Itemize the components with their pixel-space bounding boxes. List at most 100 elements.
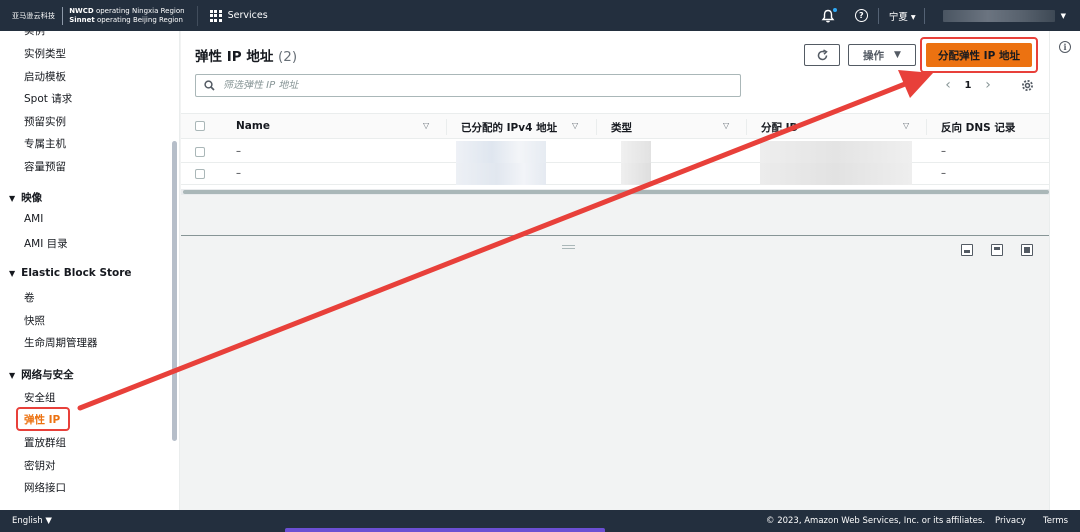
sidebar-item-instances[interactable]: 实例 [24,31,45,38]
sidebar-item-security-groups[interactable]: 安全组 [24,390,56,405]
sort-icon[interactable]: ▽ [903,121,909,130]
column-name[interactable]: Name [236,120,270,132]
sidebar-item-lifecycle-manager[interactable]: 生命周期管理器 [24,335,98,350]
chevron-down-icon[interactable]: ▼ [1061,12,1066,20]
logo-text: 亚马逊云科技 [12,11,56,20]
aws-china-logo[interactable]: 亚马逊云科技 NWCD operating Ningxia Region Sin… [0,0,185,31]
allocate-elastic-ip-button[interactable]: 分配弹性 IP 地址 [926,43,1032,67]
region-selector[interactable]: 宁夏 ▾ [889,9,916,23]
column-ipv4[interactable]: 已分配的 IPv4 地址 [461,120,557,135]
divider [877,7,879,24]
help-panel-strip: i [1049,31,1080,510]
operator-2-region: operating Beijing Region [94,15,183,24]
table-row[interactable]: – – [181,163,1049,185]
privacy-link[interactable]: Privacy [995,516,1026,526]
select-all-checkbox[interactable] [195,121,205,131]
chevron-left-icon[interactable]: ‹ [941,77,955,93]
search-icon [204,80,215,91]
cell-name: – [236,168,241,179]
page-title: 弹性 IP 地址 (2) [195,45,297,65]
column-allocation-id[interactable]: 分配 ID [761,120,798,135]
top-navigation-bar: 亚马逊云科技 NWCD operating Ningxia Region Sin… [0,0,1080,31]
info-icon[interactable]: i [1059,41,1071,53]
copyright-text: © 2023, Amazon Web Services, Inc. or its… [766,516,986,526]
account-menu-redacted[interactable] [942,9,1055,22]
bell-icon[interactable] [821,7,837,23]
sidebar-item-network-interfaces[interactable]: 网络接口 [24,480,66,495]
sidebar-item-dedicated-hosts[interactable]: 专属主机 [24,136,66,151]
sidebar-item-launch-templates[interactable]: 启动模板 [24,69,66,84]
sidebar-item-snapshots[interactable]: 快照 [24,313,45,328]
sidebar-item-placement-groups[interactable]: 置放群组 [24,435,66,450]
column-divider[interactable] [926,119,927,135]
main-content: 弹性 IP 地址 (2) 操作 ▼ 分配弹性 IP 地址 ‹ 1 › Name … [181,31,1049,510]
sidebar-section-images[interactable]: ▼ 映像 [9,190,42,205]
chevron-right-icon[interactable]: › [981,77,995,93]
refresh-button[interactable] [804,44,840,66]
sidebar-item-elastic-ips[interactable]: 弹性 IP [24,412,60,427]
panel-full-icon[interactable] [1021,244,1033,256]
table-header: Name ▽ 已分配的 IPv4 地址 ▽ 类型 ▽ 分配 ID ▽ 反向 DN… [181,113,1049,139]
cell-ipv4-redacted [456,163,546,185]
column-divider[interactable] [596,119,597,135]
sidebar-item-capacity-reservations[interactable]: 容量预留 [24,159,66,174]
section-title: 映像 [21,192,43,204]
row-checkbox[interactable] [195,147,205,157]
sidebar-section-ebs[interactable]: ▼ Elastic Block Store [9,267,132,279]
sidebar-item-instance-types[interactable]: 实例类型 [24,46,66,61]
notification-dot [832,7,837,12]
sidebar-item-ami[interactable]: AMI [24,213,43,225]
help-icon[interactable]: ? [854,9,868,22]
refresh-icon [817,48,828,60]
table-row[interactable]: – – [181,141,1049,163]
column-reverse-dns[interactable]: 反向 DNS 记录 [941,120,1015,135]
sort-icon[interactable]: ▽ [572,121,578,130]
services-menu-button[interactable]: Services [209,9,268,22]
pagination: ‹ 1 › [941,77,995,93]
sidebar-scrollbar[interactable] [172,141,177,441]
sort-icon[interactable]: ▽ [423,121,429,130]
section-title: 网络与安全 [21,369,74,381]
caret-down-icon: ▼ [9,269,16,278]
sidebar-item-volumes[interactable]: 卷 [24,290,35,305]
filter-search-box[interactable] [195,74,741,97]
cell-name: – [236,146,241,157]
cell-type-redacted [621,141,651,163]
section-title: Elastic Block Store [21,267,132,279]
sidebar-section-network-security[interactable]: ▼ 网络与安全 [9,367,74,382]
panel-bottom-icon[interactable] [961,244,973,256]
page-number[interactable]: 1 [955,80,981,91]
column-divider[interactable] [446,119,447,135]
top-right-controls: ? 宁夏 ▾ ▼ [821,0,1080,31]
actions-label: 操作 [863,49,885,62]
sort-icon[interactable]: ▽ [723,121,729,130]
cell-type-redacted [621,163,651,185]
column-type[interactable]: 类型 [611,120,632,135]
table-footer-area [181,195,1049,235]
caret-down-icon: ▼ [9,194,16,203]
split-details-panel [181,235,1049,510]
language-selector[interactable]: English ▼ [12,516,52,526]
operator-1-region: operating Ningxia Region [93,7,185,15]
sidebar-item-key-pairs[interactable]: 密钥对 [24,458,56,473]
cell-allocation-id-redacted [760,163,912,185]
item-count: (2) [278,49,298,65]
scrollbar-thumb[interactable] [183,190,1049,194]
drag-handle-icon[interactable] [562,245,575,249]
search-input[interactable] [223,80,703,91]
terms-link[interactable]: Terms [1043,516,1068,526]
actions-dropdown-button[interactable]: 操作 ▼ [848,44,916,66]
sidebar-item-ami-catalog[interactable]: AMI 目录 [24,236,68,251]
panel-side-icon[interactable] [991,244,1003,256]
cell-allocation-id-redacted [760,141,912,163]
cell-ipv4-redacted [456,141,546,163]
divider [923,7,925,24]
caret-down-icon: ▼ [894,50,901,60]
sidebar-item-spot-requests[interactable]: Spot 请求 [24,91,72,106]
sidebar-navigation: 实例 实例类型 启动模板 Spot 请求 预留实例 专属主机 容量预留 ▼ 映像 … [0,31,180,510]
cell-reverse-dns: – [941,168,946,179]
column-divider[interactable] [746,119,747,135]
gear-icon[interactable] [1021,79,1034,92]
row-checkbox[interactable] [195,169,205,179]
sidebar-item-reserved-instances[interactable]: 预留实例 [24,114,66,129]
